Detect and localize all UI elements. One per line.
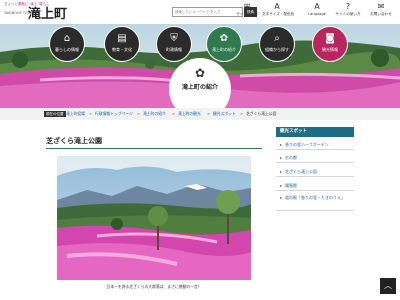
breadcrumb: 現在の位置 滝上町役場 > 行政情報トップページ > 滝上町の紹介 > 滝上町の… bbox=[0, 108, 400, 120]
nav-label: 暮らしの情報 bbox=[55, 47, 79, 52]
nav-label: 町政情報 bbox=[166, 47, 182, 52]
arrow-icon: ▸ bbox=[280, 169, 283, 174]
arrow-icon: ▸ bbox=[280, 155, 283, 160]
language-icon: A bbox=[314, 2, 320, 11]
breadcrumb-link[interactable]: 行政情報トップページ bbox=[95, 111, 133, 117]
nav-label: 観光情報 bbox=[322, 47, 338, 52]
sidebar-item-label: 陽殖館 bbox=[285, 183, 297, 188]
book-icon: ▤ bbox=[117, 33, 127, 44]
flower-icon: ✿ bbox=[194, 66, 206, 80]
chevron-up-icon: ︿ bbox=[384, 281, 392, 290]
sidebar-item-label: 杉の都 bbox=[285, 155, 297, 160]
usage-link[interactable]: ? サイトの使い方 bbox=[333, 2, 363, 22]
font-size-link[interactable]: A 文字サイズ・配色色 bbox=[262, 2, 295, 22]
nav-label: 滝上町の紹介 bbox=[212, 47, 236, 52]
arrow-icon: ▸ bbox=[280, 183, 283, 188]
site-header: ちょっと素敵に“滝上”暮らし TAKINOUE TOWN 滝上町 検索したいキー… bbox=[0, 0, 400, 24]
house-icon: ⌂ bbox=[63, 33, 71, 44]
arrow-icon: ▸ bbox=[280, 195, 283, 200]
nav-label: 組織から探す bbox=[265, 47, 289, 52]
breadcrumb-sep: > bbox=[172, 111, 176, 116]
sidebar-item-roadside-station[interactable]: ▸ 道の駅「香りの里・たきのうえ」 bbox=[276, 195, 354, 211]
breadcrumb-sep: > bbox=[137, 111, 141, 116]
sidebar-heading: 観光スポット bbox=[276, 127, 354, 137]
nav-town-intro[interactable]: ✿ 滝上町の紹介 bbox=[206, 26, 242, 62]
breadcrumb-link[interactable]: 滝上町の紹介 bbox=[143, 111, 166, 117]
sidebar-item-herb-garden[interactable]: ▸ 香りの里ハーブガーデン bbox=[276, 140, 354, 150]
nav-label: 教育・文化 bbox=[112, 47, 132, 52]
nav-living[interactable]: ⌂ 暮らしの情報 bbox=[49, 26, 85, 62]
nav-administration[interactable]: ⛨ 町政情報 bbox=[156, 26, 192, 62]
font-size-icon: A bbox=[274, 2, 280, 11]
breadcrumb-tag: 現在の位置 bbox=[44, 111, 66, 117]
breadcrumb-sep: > bbox=[89, 111, 93, 116]
sitemap-icon: ⊞ bbox=[243, 2, 251, 11]
contact-link[interactable]: ✉ お問い合わせ bbox=[366, 2, 396, 22]
sidebar-item-sugi[interactable]: ▸ 杉の都 bbox=[276, 153, 354, 163]
contact-label: お問い合わせ bbox=[370, 12, 392, 16]
breadcrumb-link[interactable]: 観光スポット bbox=[213, 111, 236, 117]
nav-tourism[interactable]: ◙ 観光情報 bbox=[312, 26, 348, 62]
title-divider bbox=[46, 148, 262, 149]
sidebar-item-shibazakura[interactable]: ▸ 芝ざくら滝上公園 bbox=[276, 167, 354, 177]
nav-education[interactable]: ▤ 教育・文化 bbox=[104, 26, 140, 62]
logo-name: 滝上町 bbox=[28, 7, 68, 22]
flower-icon: ✿ bbox=[219, 33, 229, 44]
breadcrumb-current: 芝ざくら滝上公園 bbox=[246, 111, 277, 116]
usage-label: サイトの使い方 bbox=[335, 12, 361, 16]
breadcrumb-link[interactable]: 滝上町役場 bbox=[66, 111, 85, 117]
section-title: 滝上町の紹介 bbox=[181, 84, 218, 91]
sidebar-item-label: 香りの里ハーブガーデン bbox=[285, 142, 329, 147]
sitemap-link[interactable]: ⊞ サイトマップ bbox=[232, 2, 262, 22]
breadcrumb-sep: > bbox=[240, 111, 244, 116]
sidebar-item-yoshokukan[interactable]: ▸ 陽殖館 bbox=[276, 181, 354, 191]
usage-icon: ? bbox=[345, 2, 351, 11]
font-size-label: 文字サイズ・配色色 bbox=[262, 12, 295, 16]
contact-icon: ✉ bbox=[377, 2, 385, 11]
back-to-top-button[interactable]: ︿ bbox=[380, 278, 396, 294]
breadcrumb-sep: > bbox=[207, 111, 211, 116]
breadcrumb-link[interactable]: 滝上町の観光 bbox=[178, 111, 201, 117]
camera-icon: ◙ bbox=[325, 33, 335, 44]
page-title: 芝ざくら滝上公園 bbox=[46, 137, 102, 145]
arrow-icon: ▸ bbox=[280, 142, 283, 147]
search-icon: ⌕ bbox=[274, 33, 280, 44]
sitemap-label: サイトマップ bbox=[236, 12, 258, 16]
nav-organization[interactable]: ⌕ 組織から探す bbox=[259, 26, 295, 62]
sidebar-item-label: 芝ざくら滝上公園 bbox=[285, 169, 317, 174]
townhall-icon: ⛨ bbox=[170, 33, 178, 44]
park-photo bbox=[57, 156, 251, 280]
photo-caption: 日本一を誇る芝ざくらの大群落は、まさに感動の一言！ bbox=[106, 284, 202, 289]
language-label: Language bbox=[308, 12, 326, 16]
language-link[interactable]: A Language bbox=[302, 2, 332, 22]
sidebar-item-label: 道の駅「香りの里・たきのうえ」 bbox=[285, 195, 345, 200]
site-logo[interactable]: ちょっと素敵に“滝上”暮らし TAKINOUE TOWN 滝上町 bbox=[4, 2, 68, 22]
